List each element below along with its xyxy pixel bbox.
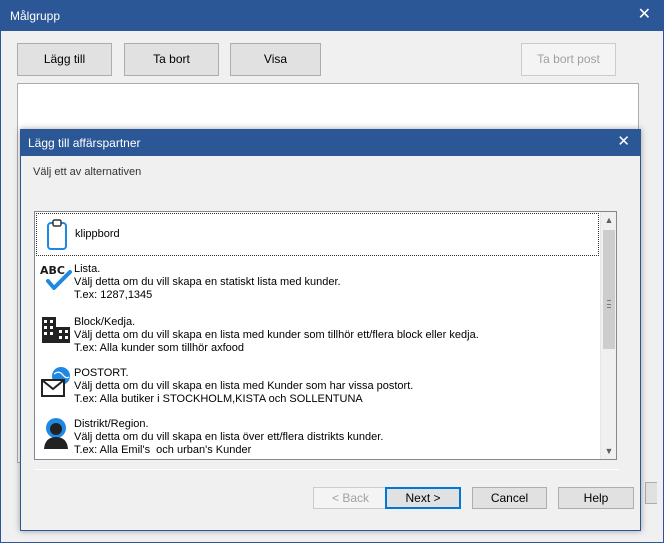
malgrupp-title: Målgrupp bbox=[10, 9, 61, 23]
next-button[interactable]: Next > bbox=[385, 487, 461, 509]
mail-globe-icon bbox=[41, 366, 71, 398]
list-item-postort[interactable]: POSTORT. Välj detta om du vill skapa en … bbox=[36, 363, 599, 415]
list-item-distrikt[interactable]: Distrikt/Region. Välj detta om du vill s… bbox=[36, 414, 599, 459]
list-item-lista[interactable]: ABC Lista. Välj detta om du vill skapa e… bbox=[36, 259, 599, 311]
option-list[interactable]: klippbord ABC Lista. Välj detta om du vi… bbox=[34, 211, 617, 460]
help-button[interactable]: Help bbox=[558, 487, 634, 509]
list-item-label: POSTORT. Välj detta om du vill skapa en … bbox=[74, 367, 414, 405]
grip-icon bbox=[607, 300, 611, 308]
scroll-up-icon[interactable]: ▲ bbox=[601, 212, 616, 228]
svg-text:ABC: ABC bbox=[40, 264, 65, 277]
remove-post-button[interactable]: Ta bort post bbox=[521, 43, 616, 76]
dialog-title: Lägg till affärspartner bbox=[28, 136, 141, 150]
dialog-close-icon[interactable]: ✕ bbox=[617, 133, 630, 151]
building-icon bbox=[41, 315, 71, 347]
back-button[interactable]: < Back bbox=[313, 487, 388, 509]
add-button[interactable]: Lägg till bbox=[17, 43, 112, 76]
remove-button[interactable]: Ta bort bbox=[124, 43, 219, 76]
list-item-label: Lista. Välj detta om du vill skapa en st… bbox=[74, 263, 341, 301]
list-item-clipboard[interactable]: klippbord bbox=[36, 213, 599, 256]
close-icon[interactable]: ✕ bbox=[638, 6, 651, 24]
partially-hidden-button[interactable] bbox=[645, 482, 657, 504]
clipboard-icon bbox=[42, 218, 72, 250]
cancel-button[interactable]: Cancel bbox=[472, 487, 547, 509]
list-item-label: Distrikt/Region. Välj detta om du vill s… bbox=[74, 418, 384, 456]
scroll-thumb[interactable] bbox=[603, 230, 615, 349]
list-scrollbar[interactable]: ▲ ▼ bbox=[600, 212, 616, 459]
malgrupp-titlebar[interactable]: Målgrupp ✕ bbox=[1, 1, 663, 31]
add-business-partner-dialog: Lägg till affärspartner ✕ Välj ett av al… bbox=[20, 129, 641, 531]
abc-check-icon: ABC bbox=[39, 262, 72, 294]
person-icon bbox=[41, 417, 71, 449]
list-item-block-kedja[interactable]: Block/Kedja. Välj detta om du vill skapa… bbox=[36, 312, 599, 364]
dialog-instruction: Välj ett av alternativen bbox=[33, 166, 142, 178]
show-button[interactable]: Visa bbox=[230, 43, 321, 76]
list-item-label: klippbord bbox=[75, 228, 120, 240]
dialog-titlebar[interactable]: Lägg till affärspartner ✕ bbox=[21, 130, 640, 156]
list-item-label: Block/Kedja. Välj detta om du vill skapa… bbox=[74, 316, 479, 354]
scroll-down-icon[interactable]: ▼ bbox=[601, 443, 616, 459]
dialog-divider bbox=[34, 469, 619, 470]
